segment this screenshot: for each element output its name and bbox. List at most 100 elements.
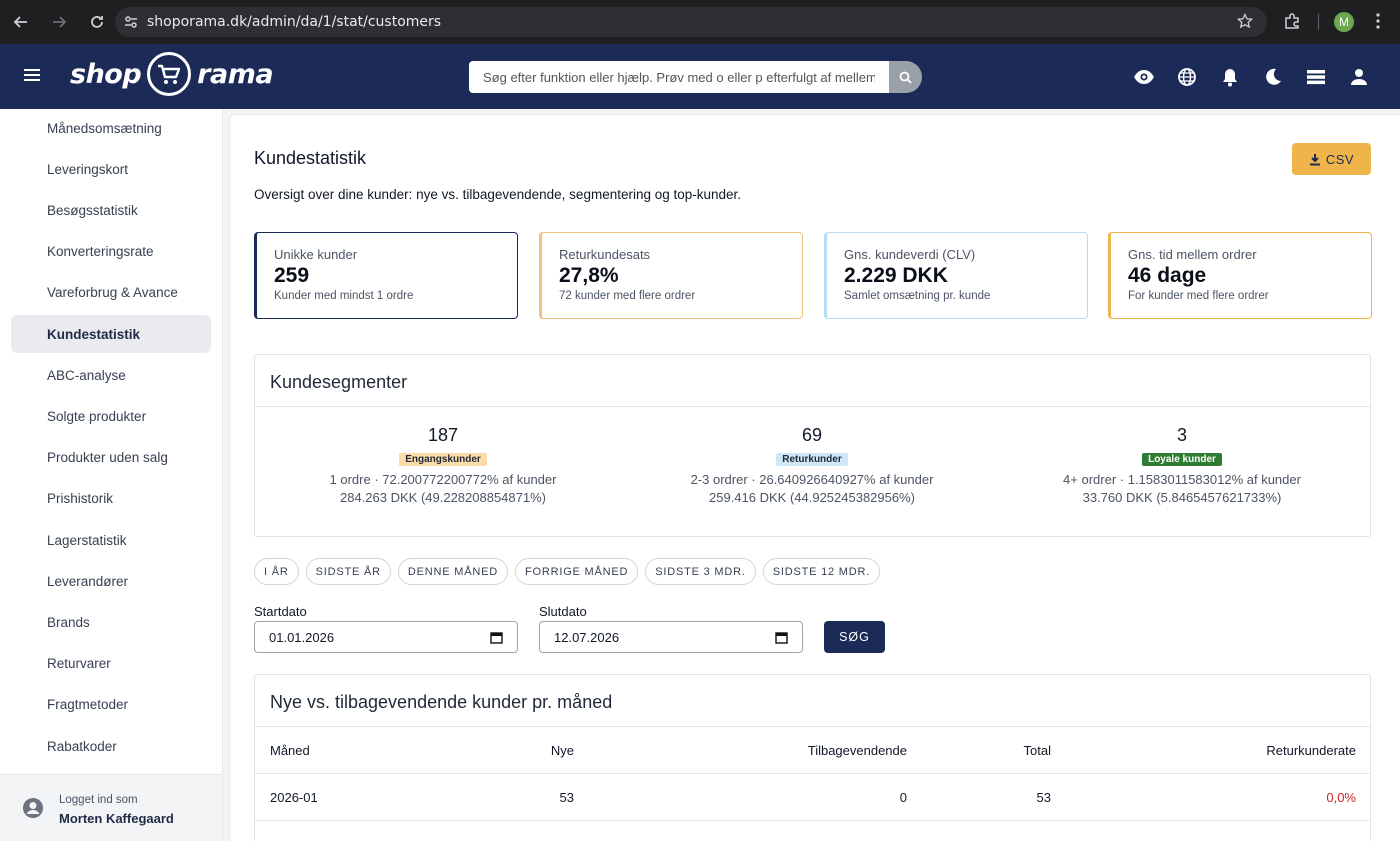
logo-text-left: shop — [70, 58, 142, 90]
csv-export-button[interactable]: CSV — [1292, 143, 1371, 175]
cell-month: 2026-01 — [270, 790, 318, 805]
segment-orders-share: 1 ordre · 72.200772200772% af kunder — [329, 472, 557, 487]
sidebar: Månedsomsætning Leveringskort Besøgsstatis… — [0, 109, 223, 841]
sidebar-item[interactable]: Besøgsstatistik — [11, 191, 211, 229]
logged-in-label: Logget ind som — [59, 794, 138, 806]
date-range-chip[interactable]: I ÅR — [254, 558, 299, 585]
globe-icon[interactable] — [1176, 66, 1198, 88]
logo-text-right: rama — [197, 58, 274, 90]
end-date-label: Slutdato — [539, 604, 587, 619]
calendar-icon — [490, 631, 503, 644]
bookmark-star-icon[interactable] — [1236, 12, 1254, 34]
address-bar[interactable]: shoporama.dk/admin/da/1/stat/customers — [115, 7, 1267, 37]
segment-badge: Engangskunder — [399, 453, 487, 466]
segment-column: 3 Loyale kunder 4+ ordrer · 1.158301158301… — [1012, 425, 1352, 507]
kpi-subtext: 72 kunder med flere ordrer — [559, 290, 696, 302]
bell-icon[interactable] — [1219, 66, 1241, 88]
sidebar-item[interactable]: Leverandører — [11, 562, 211, 600]
sidebar-item[interactable]: ABC-analyse — [11, 356, 211, 394]
segment-badge: Loyale kunder — [1142, 453, 1222, 466]
sidebar-item[interactable]: Prishistorik — [11, 480, 211, 518]
kpi-card: Returkundesats 27,8% 72 kunder med flere o… — [539, 232, 803, 319]
kpi-value: 46 dage — [1128, 264, 1207, 287]
sidebar-item[interactable]: Brands — [11, 603, 211, 641]
dark-mode-moon-icon[interactable] — [1262, 66, 1284, 88]
site-settings-icon[interactable] — [115, 14, 147, 30]
cell-return-rate: 0,0% — [1326, 790, 1356, 805]
col-return-rate: Returkunderate — [1266, 743, 1356, 758]
segment-count: 187 — [427, 425, 459, 445]
app-header: shop rama — [0, 44, 1400, 109]
kpi-label: Returkundesats — [559, 247, 651, 262]
search-icon — [899, 71, 912, 84]
sidebar-item[interactable]: Fragtmetoder — [11, 686, 211, 724]
eye-icon[interactable] — [1133, 66, 1155, 88]
download-icon — [1309, 153, 1320, 165]
sidebar-item[interactable]: Månedsomsætning — [11, 109, 211, 147]
date-range-chip[interactable]: DENNE MÅNED — [397, 558, 508, 585]
kpi-subtext: Samlet omsætning pr. kunde — [844, 290, 991, 302]
csv-label: CSV — [1325, 151, 1355, 167]
col-new: Nye — [550, 743, 574, 758]
segments-title: Kundesegmenter — [255, 355, 1370, 407]
segment-revenue: 284.263 DKK (49.228208854871%) — [340, 490, 546, 505]
segment-column: 187 Engangskunder 1 ordre · 72.20077220077… — [273, 425, 613, 507]
table-row: 2026-01 53 0 53 0,0% — [255, 774, 1370, 821]
segment-count: 3 — [1176, 425, 1187, 445]
kpi-card: Unikke kunder 259 Kunder med mindst 1 ordr… — [254, 232, 518, 319]
sidebar-item[interactable]: Rabatkoder — [11, 727, 211, 765]
cart-logo-icon — [147, 52, 192, 96]
kpi-card: Gns. tid mellem ordrer 46 dage For kunder … — [1108, 232, 1372, 319]
shoporama-logo[interactable]: shop rama — [70, 52, 274, 96]
sidebar-item[interactable]: Konverteringsrate — [11, 233, 211, 271]
kpi-value: 2.229 DKK — [844, 264, 948, 287]
segment-badge: Returkunder — [776, 453, 848, 466]
search-button[interactable] — [889, 61, 922, 93]
toolbar-separator — [1318, 14, 1319, 30]
sidebar-item[interactable]: Vareforbrug & Avance — [11, 274, 211, 312]
start-date-value: 01.01.2026 — [269, 629, 335, 645]
calendar-icon — [775, 631, 788, 644]
kpi-label: Gns. kundeverdi (CLV) — [844, 247, 976, 262]
sidebar-item[interactable]: Returvarer — [11, 645, 211, 683]
date-range-chip[interactable]: SIDSTE 3 MDR. — [645, 558, 756, 585]
extensions-icon[interactable] — [1283, 12, 1301, 35]
logged-in-user: Logget ind som Morten Kaffegaard — [0, 774, 222, 841]
main-content: Kundestatistik CSV Oversigt over dine ku… — [229, 114, 1400, 841]
date-range-chip[interactable]: FORRIGE MÅNED — [514, 558, 639, 585]
sidebar-item[interactable]: Produkter uden salg — [11, 439, 211, 477]
forward-icon[interactable] — [42, 5, 76, 39]
cell-new: 53 — [559, 790, 574, 805]
sidebar-item[interactable]: Kundestatistik — [11, 315, 211, 353]
kpi-label: Unikke kunder — [274, 247, 358, 262]
search-submit-button[interactable]: SØG — [824, 621, 885, 653]
profile-avatar[interactable]: M — [1334, 12, 1354, 32]
sidebar-item[interactable]: Solgte produkter — [11, 397, 211, 435]
date-range-chips: I ÅR SIDSTE ÅR DENNE MÅNED FORRIGE MÅNED SID… — [254, 558, 881, 585]
kpi-subtext: For kunder med flere ordrer — [1128, 290, 1269, 302]
kpi-label: Gns. tid mellem ordrer — [1128, 247, 1257, 262]
hamburger-menu-icon[interactable] — [22, 65, 42, 90]
back-icon[interactable] — [4, 5, 38, 39]
date-range-chip[interactable]: SIDSTE 12 MDR. — [762, 558, 881, 585]
col-total: Total — [1023, 743, 1051, 758]
col-month: Måned — [270, 743, 310, 758]
kpi-subtext: Kunder med mindst 1 ordre — [274, 290, 414, 302]
reload-icon[interactable] — [80, 5, 114, 39]
browser-menu-icon[interactable] — [1370, 12, 1386, 35]
start-date-field[interactable]: 01.01.2026 — [254, 621, 518, 653]
sidebar-item[interactable]: Lagerstatistik — [11, 521, 211, 559]
search-input[interactable] — [469, 61, 889, 93]
col-returning: Tilbagevendende — [807, 743, 907, 758]
account-person-icon[interactable] — [1348, 66, 1370, 88]
end-date-field[interactable]: 12.07.2026 — [539, 621, 803, 653]
kpi-value: 27,8% — [559, 264, 619, 287]
browser-toolbar: shoporama.dk/admin/da/1/stat/customers M — [0, 0, 1400, 44]
storage-stack-icon[interactable] — [1305, 66, 1327, 88]
customer-segments-card: Kundesegmenter 187 Engangskunder 1 ordre ·… — [254, 354, 1371, 537]
start-date-label: Startdato — [254, 604, 307, 619]
date-range-chip[interactable]: SIDSTE ÅR — [305, 558, 391, 585]
segment-revenue: 259.416 DKK (44.925245382956%) — [709, 490, 915, 505]
user-name: Morten Kaffegaard — [59, 811, 174, 826]
sidebar-item[interactable]: Leveringskort — [11, 150, 211, 188]
